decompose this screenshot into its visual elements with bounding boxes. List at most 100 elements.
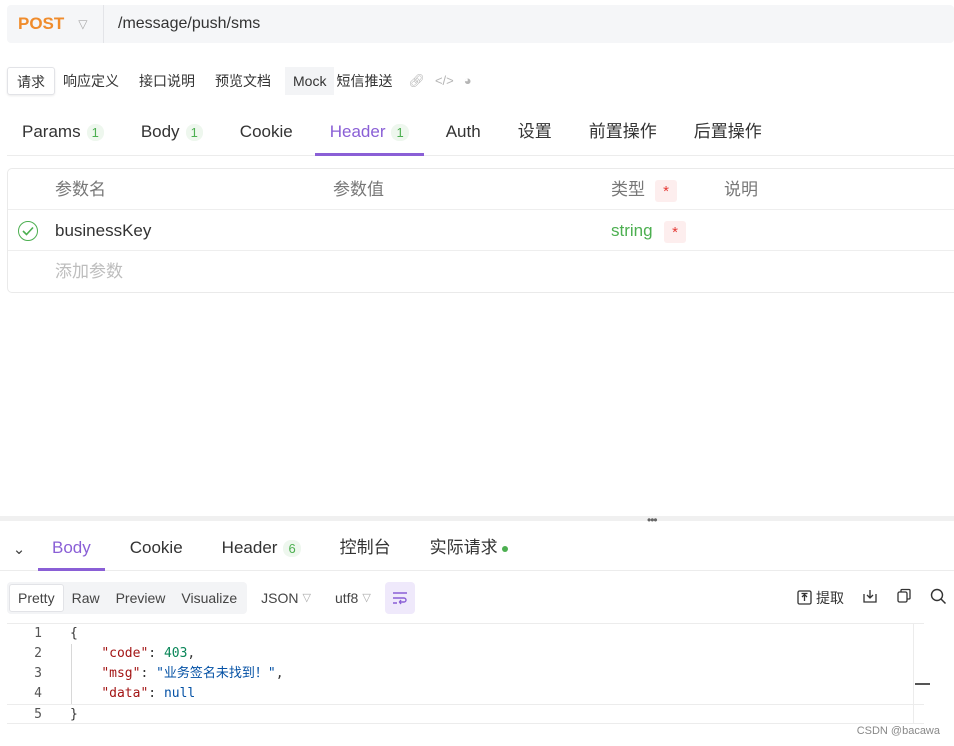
watermark: CSDN @bacawa bbox=[856, 725, 940, 737]
param-name-input[interactable]: businessKey bbox=[55, 210, 151, 252]
tab-preview-docs[interactable]: 预览文档 bbox=[209, 67, 277, 95]
tab-header[interactable]: Header 1 bbox=[314, 111, 424, 156]
code-text: "data": null bbox=[101, 686, 196, 701]
method-label: POST bbox=[18, 14, 65, 33]
tab-label: Header bbox=[221, 538, 278, 557]
table-row: businessKey string * bbox=[8, 210, 954, 251]
share-icon[interactable]: ◕ bbox=[464, 73, 472, 88]
encoding-value: utf8 bbox=[334, 589, 359, 606]
code-text: { bbox=[70, 626, 78, 641]
tab-actual-request[interactable]: 实际请求 bbox=[416, 527, 522, 570]
code-text: } bbox=[70, 707, 78, 722]
format-visualize[interactable]: Visualize bbox=[173, 584, 245, 612]
check-icon bbox=[22, 226, 34, 236]
format-preview[interactable]: Preview bbox=[108, 584, 174, 612]
count-badge: 1 bbox=[185, 124, 203, 141]
tab-request[interactable]: 请求 bbox=[7, 66, 55, 95]
link-icon[interactable]: 🔗︎ bbox=[408, 73, 425, 89]
language-value: JSON bbox=[261, 589, 299, 606]
encoding-select[interactable]: utf8 ▽ bbox=[335, 590, 371, 606]
tab-label: 设置 bbox=[517, 122, 552, 141]
mode-tabs: 请求 响应定义 接口说明 预览文档 Mock 短信推送 🔗︎ </> ◕ bbox=[7, 65, 472, 96]
json-punct: , bbox=[187, 646, 196, 661]
tab-response-definition[interactable]: 响应定义 bbox=[57, 67, 125, 95]
code-line: 5 } bbox=[7, 704, 924, 724]
search-icon[interactable] bbox=[930, 588, 947, 608]
column-header-name: 参数名 bbox=[55, 180, 106, 199]
tab-settings[interactable]: 设置 bbox=[503, 111, 567, 155]
tab-api-description[interactable]: 接口说明 bbox=[133, 67, 201, 95]
required-star: * bbox=[655, 179, 677, 202]
count-badge: 1 bbox=[86, 124, 104, 141]
line-number: 4 bbox=[34, 686, 42, 701]
tab-cookie[interactable]: Cookie bbox=[225, 111, 308, 155]
collapse-button[interactable]: ⌄ bbox=[0, 527, 38, 570]
tab-label: Header bbox=[329, 122, 386, 141]
json-key: "data" bbox=[101, 686, 149, 701]
response-body-viewer[interactable]: 1 { 2 "code": 403, 3 "msg": "业务签名未找到！", … bbox=[7, 623, 930, 724]
format-switcher: Pretty Raw Preview Visualize bbox=[7, 581, 248, 614]
column-header-value: 参数值 bbox=[333, 180, 384, 199]
wrap-icon bbox=[392, 591, 407, 604]
line-number: 5 bbox=[34, 707, 42, 722]
drag-handle-icon[interactable]: ••• bbox=[647, 513, 658, 527]
code-line: 3 "msg": "业务签名未找到！", bbox=[7, 664, 924, 684]
url-bar: POST ▽ /message/push/sms bbox=[7, 5, 954, 43]
tab-params[interactable]: Params 1 bbox=[7, 111, 119, 155]
param-type-select[interactable]: string bbox=[611, 210, 653, 252]
code-icon[interactable]: </> bbox=[435, 73, 454, 88]
request-tabs: Params 1 Body 1 Cookie Header 1 Auth 设置 前置操… bbox=[7, 111, 954, 156]
download-icon[interactable] bbox=[862, 588, 878, 607]
tab-console[interactable]: 控制台 bbox=[326, 527, 405, 570]
json-value: null bbox=[163, 686, 196, 701]
response-toolbar: Pretty Raw Preview Visualize JSON ▽ utf8… bbox=[7, 581, 947, 614]
tab-post-operations[interactable]: 后置操作 bbox=[679, 111, 777, 155]
tab-pre-operations[interactable]: 前置操作 bbox=[574, 111, 672, 155]
tab-label: Body bbox=[52, 538, 91, 557]
language-select[interactable]: JSON ▽ bbox=[261, 590, 311, 606]
method-select[interactable]: POST ▽ bbox=[7, 5, 103, 43]
count-badge: 6 bbox=[283, 540, 301, 557]
param-value-input[interactable] bbox=[333, 210, 593, 250]
tab-response-header[interactable]: Header 6 bbox=[208, 527, 315, 570]
tab-mock[interactable]: Mock bbox=[285, 66, 335, 95]
line-number: 1 bbox=[34, 626, 42, 641]
url-input[interactable]: /message/push/sms bbox=[104, 15, 260, 33]
required-column-header[interactable]: * bbox=[655, 169, 677, 211]
table-header-row: 参数名 参数值 类型 * 说明 bbox=[8, 169, 954, 210]
json-key: "msg" bbox=[101, 666, 141, 681]
line-number: 3 bbox=[34, 666, 42, 681]
code-text: "code": 403, bbox=[101, 646, 196, 661]
format-pretty[interactable]: Pretty bbox=[9, 583, 64, 612]
code-line: 1 { bbox=[7, 624, 924, 644]
word-wrap-button[interactable] bbox=[384, 581, 415, 614]
tab-response-body[interactable]: Body bbox=[38, 527, 105, 571]
chevron-down-icon: ▽ bbox=[362, 592, 371, 604]
header-params-table: 参数名 参数值 类型 * 说明 businessKey string * 添加参… bbox=[7, 168, 954, 293]
add-param-input[interactable]: 添加参数 bbox=[55, 251, 123, 293]
chevron-down-icon: ⌄ bbox=[12, 540, 26, 558]
json-key: "code" bbox=[101, 646, 149, 661]
panel-splitter[interactable]: ••• bbox=[0, 513, 954, 527]
copy-icon[interactable] bbox=[896, 588, 912, 607]
required-toggle[interactable]: * bbox=[664, 210, 686, 252]
tab-label: Auth bbox=[445, 122, 481, 141]
response-tabs: ⌄ Body Cookie Header 6 控制台 实际请求 bbox=[0, 527, 954, 571]
format-raw[interactable]: Raw bbox=[64, 584, 108, 612]
code-text: "msg": "业务签名未找到！", bbox=[101, 666, 284, 681]
code-line: 4 "data": null bbox=[7, 684, 924, 704]
tab-label: Body bbox=[140, 122, 180, 141]
add-param-row: 添加参数 bbox=[8, 251, 954, 292]
extract-icon bbox=[797, 590, 812, 605]
tab-body[interactable]: Body 1 bbox=[126, 111, 218, 155]
tab-sms-push[interactable]: 短信推送 bbox=[334, 67, 398, 95]
extract-label: 提取 bbox=[816, 589, 844, 606]
tab-auth[interactable]: Auth bbox=[431, 111, 496, 155]
tab-response-cookie[interactable]: Cookie bbox=[116, 527, 197, 570]
enabled-checkbox[interactable] bbox=[18, 221, 38, 241]
json-value: "业务签名未找到！" bbox=[156, 666, 276, 681]
required-star: * bbox=[664, 220, 686, 243]
extract-button[interactable]: 提取 bbox=[797, 588, 844, 608]
status-dot bbox=[501, 545, 508, 552]
scrollbar[interactable] bbox=[913, 624, 931, 724]
